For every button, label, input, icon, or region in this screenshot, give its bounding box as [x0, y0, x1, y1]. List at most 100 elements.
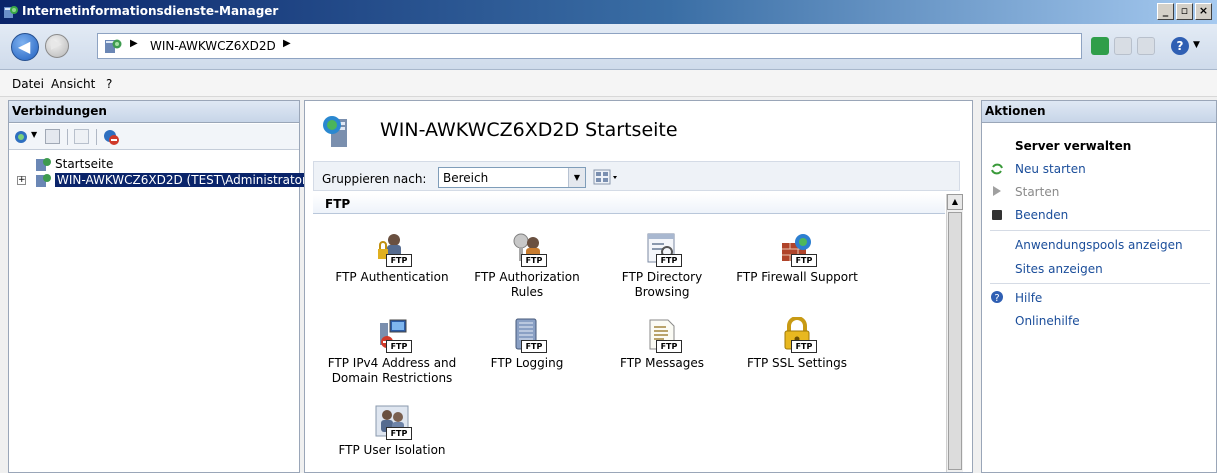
svg-text:?: ? — [994, 293, 999, 304]
ftp-badge: FTP — [386, 340, 412, 353]
forward-button[interactable]: ▶ — [45, 34, 69, 58]
help-icon[interactable]: ? — [1171, 37, 1189, 55]
ftp-ssl-settings-icon: FTP — [779, 316, 817, 353]
ftp-badge: FTP — [656, 254, 682, 267]
group-by-value: Bereich — [443, 171, 489, 185]
page-title: WIN-AWKWCZ6XD2D Startseite — [380, 119, 678, 141]
server-large-icon — [323, 116, 347, 147]
feature-label: FTP Messages — [620, 356, 704, 370]
stop-square-icon[interactable] — [990, 208, 1004, 222]
feature-label: FTP Authorization Rules — [474, 270, 580, 299]
back-arrow-icon: ◀ — [18, 37, 31, 56]
feature-ftp-ipv4-restrictions[interactable]: FTP FTP IPv4 Address and Domain Restrict… — [327, 317, 457, 386]
restart-icon[interactable] — [990, 162, 1004, 176]
close-button[interactable]: × — [1195, 3, 1212, 20]
ftp-user-isolation-icon: FTP — [374, 404, 412, 440]
menu-datei[interactable]: Datei — [12, 77, 44, 91]
stop-link[interactable]: Beenden — [1015, 208, 1068, 222]
feature-label: FTP SSL Settings — [746, 356, 848, 370]
ftp-badge: FTP — [791, 340, 817, 353]
server-manage-heading: Server verwalten — [1015, 139, 1132, 153]
ftp-logging-icon: FTP — [509, 317, 547, 353]
ftp-authorization-rules-icon: FTP — [509, 231, 547, 267]
connect-dropdown-icon[interactable]: ▼ — [31, 130, 37, 139]
feature-ftp-user-isolation[interactable]: FTP FTP User Isolation — [327, 404, 457, 458]
up-level-icon[interactable] — [74, 129, 89, 144]
tree-item-server[interactable]: + WIN-AWKWCZ6XD2D (TEST\Administrator — [9, 172, 309, 190]
scroll-thumb[interactable] — [948, 212, 962, 470]
home-icon[interactable] — [1137, 37, 1155, 55]
tree-expander-icon[interactable]: + — [17, 176, 26, 185]
features-area: FTP FTP FTP Authentication FTP FTP Autho… — [313, 194, 945, 472]
feature-label: FTP User Isolation — [338, 443, 446, 457]
connections-toolbar: ▼ — [9, 124, 299, 150]
app-pools-link[interactable]: Anwendungspools anzeigen — [1015, 238, 1183, 252]
toolbar-divider — [67, 129, 68, 145]
ftp-badge: FTP — [386, 254, 412, 267]
online-help-link[interactable]: Onlinehilfe — [1015, 314, 1080, 328]
start-page-panel: WIN-AWKWCZ6XD2D Startseite Gruppieren na… — [304, 100, 973, 473]
nav-tools: ? ▼ — [1085, 37, 1217, 57]
menu-help[interactable]: ? — [106, 77, 112, 91]
ftp-badge: FTP — [386, 427, 412, 440]
connect-icon[interactable] — [13, 129, 31, 145]
ftp-badge: FTP — [656, 340, 682, 353]
feature-label: FTP IPv4 Address and Domain Restrictions — [327, 356, 457, 385]
breadcrumb-server[interactable]: WIN-AWKWCZ6XD2D — [150, 39, 276, 53]
tree-label-server[interactable]: WIN-AWKWCZ6XD2D (TEST\Administrator — [55, 173, 309, 187]
help-circle-icon[interactable]: ? — [990, 290, 1004, 304]
group-by-select[interactable]: Bereich ▼ — [438, 167, 586, 188]
chevron-down-icon[interactable]: ▼ — [568, 168, 585, 187]
menu-ansicht[interactable]: Ansicht — [51, 77, 95, 91]
feature-ftp-authorization-rules[interactable]: FTP FTP Authorization Rules — [462, 231, 592, 300]
stop-icon[interactable] — [1114, 37, 1132, 55]
actions-divider-2 — [990, 283, 1210, 284]
ftp-badge: FTP — [521, 254, 547, 267]
ftp-ipv4-restrictions-icon: FTP — [374, 317, 412, 353]
feature-ftp-directory-browsing[interactable]: FTP FTP Directory Browsing — [597, 231, 727, 300]
ftp-authentication-icon: FTP — [374, 231, 412, 267]
address-bar[interactable]: ▶ WIN-AWKWCZ6XD2D ▶ — [97, 33, 1082, 59]
feature-ftp-authentication[interactable]: FTP FTP Authentication — [327, 231, 457, 285]
iis-app-icon — [4, 6, 18, 18]
ftp-badge: FTP — [521, 340, 547, 353]
ftp-badge: FTP — [791, 254, 817, 267]
start-link[interactable]: Starten — [1015, 185, 1059, 199]
feature-label: FTP Logging — [490, 356, 564, 370]
maximize-button[interactable]: ▫ — [1176, 3, 1193, 20]
breadcrumb-chevron-icon[interactable]: ▶ — [283, 38, 291, 49]
feature-ftp-messages[interactable]: FTP FTP Messages — [597, 317, 727, 371]
toolbar-divider-2 — [96, 129, 97, 145]
scroll-up-icon[interactable]: ▲ — [947, 194, 963, 210]
start-icon[interactable] — [990, 184, 1004, 198]
group-by-label: Gruppieren nach: — [322, 172, 427, 186]
title-bar: Internetinformationsdienste-Manager _ ▫ … — [0, 0, 1217, 24]
navigation-bar: ◀ ▶ ▶ WIN-AWKWCZ6XD2D ▶ ? ▼ — [0, 24, 1217, 70]
breadcrumb-separator-icon[interactable]: ▶ — [130, 38, 138, 49]
help-dropdown-icon[interactable]: ▼ — [1193, 40, 1200, 50]
tree-label-startseite[interactable]: Startseite — [55, 157, 113, 171]
feature-ftp-ssl-settings[interactable]: FTP FTP SSL Settings — [732, 316, 862, 371]
minimize-button[interactable]: _ — [1157, 3, 1174, 20]
restart-link[interactable]: Neu starten — [1015, 162, 1086, 176]
connections-panel: Verbindungen ▼ Startseite + WIN-AWKWCZ6X… — [8, 100, 309, 473]
ftp-firewall-support-icon: FTP — [779, 231, 817, 267]
actions-panel: Aktionen Server verwalten Neu starten St… — [981, 100, 1217, 473]
back-button[interactable]: ◀ — [11, 33, 39, 61]
feature-label: FTP Authentication — [335, 270, 449, 284]
help-link[interactable]: Hilfe — [1015, 291, 1042, 305]
view-mode-icon[interactable] — [592, 168, 620, 186]
actions-divider — [990, 230, 1210, 231]
save-icon[interactable] — [45, 129, 60, 144]
vertical-scrollbar[interactable]: ▲ — [946, 194, 963, 472]
refresh-icon[interactable] — [1091, 37, 1109, 55]
feature-label: FTP Directory Browsing — [621, 270, 703, 299]
actions-header: Aktionen — [982, 101, 1216, 123]
section-header-ftp: FTP — [313, 194, 945, 214]
sites-link[interactable]: Sites anzeigen — [1015, 262, 1103, 276]
feature-ftp-firewall-support[interactable]: FTP FTP Firewall Support — [732, 231, 862, 285]
feature-ftp-logging[interactable]: FTP FTP Logging — [462, 317, 592, 371]
menu-bar: Datei Ansicht ? — [0, 70, 1217, 97]
disconnect-icon[interactable] — [102, 128, 120, 146]
ftp-messages-icon: FTP — [644, 317, 682, 353]
